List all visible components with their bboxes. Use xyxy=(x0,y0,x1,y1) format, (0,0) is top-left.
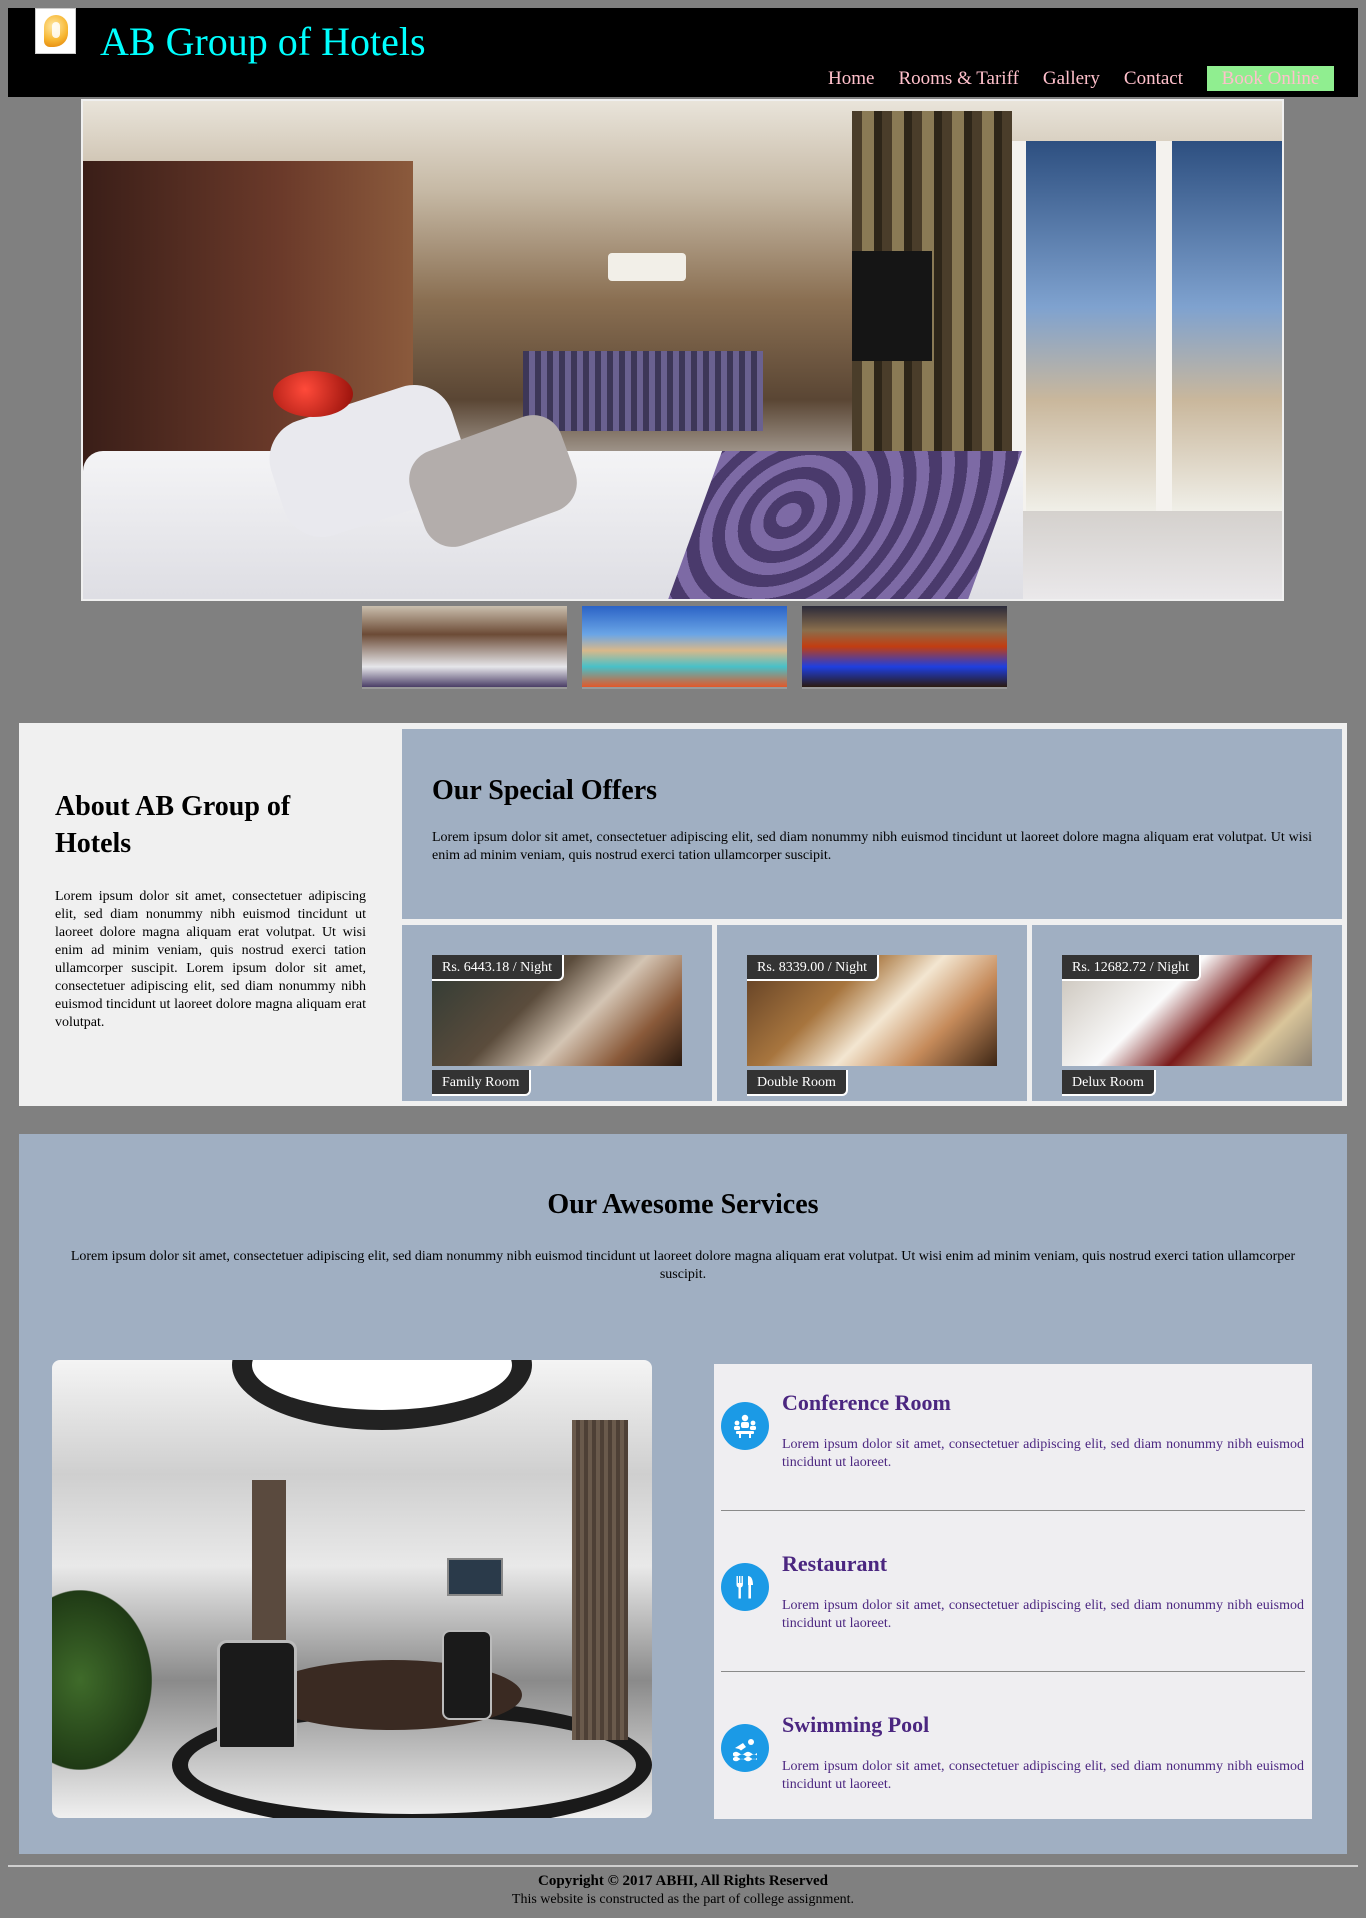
offers-text: Lorem ipsum dolor sit amet, consectetuer… xyxy=(432,830,1312,863)
footer-copyright: Copyright © 2017 ABHI, All Rights Reserv… xyxy=(538,1873,828,1889)
swimmer-icon xyxy=(721,1724,769,1772)
room-card-double[interactable]: Rs. 8339.00 / Night Double Room xyxy=(717,925,1027,1101)
nav-gallery[interactable]: Gallery xyxy=(1043,68,1100,90)
book-online-button[interactable]: Book Online xyxy=(1207,66,1334,91)
room-price: Rs. 12682.72 / Night xyxy=(1062,955,1202,981)
main-nav: Home Rooms & Tariff Gallery Contact Book… xyxy=(828,66,1358,91)
hero-slide-image xyxy=(81,99,1284,601)
room-name[interactable]: Delux Room xyxy=(1062,1070,1156,1096)
thumbnail-pool-night[interactable] xyxy=(802,606,1007,689)
room-price: Rs. 6443.18 / Night xyxy=(432,955,565,981)
services-title: Our Awesome Services xyxy=(547,1189,819,1220)
service-title: Swimming Pool xyxy=(782,1712,930,1737)
nav-rooms-tariff[interactable]: Rooms & Tariff xyxy=(898,68,1018,90)
service-title: Conference Room xyxy=(782,1390,951,1415)
about-text: Lorem ipsum dolor sit amet, consectetuer… xyxy=(55,889,366,1030)
services-section: Our Awesome Services Lorem ipsum dolor s… xyxy=(19,1134,1347,1854)
site-title: AB Group of Hotels xyxy=(100,19,426,64)
service-title: Restaurant xyxy=(782,1551,888,1576)
room-card-family[interactable]: Rs. 6443.18 / Night Family Room xyxy=(402,925,712,1101)
logo[interactable] xyxy=(35,8,76,54)
service-item-conference: Conference Room Lorem ipsum dolor sit am… xyxy=(714,1364,1312,1524)
services-list: Conference Room Lorem ipsum dolor sit am… xyxy=(714,1364,1312,1819)
footer-divider xyxy=(8,1865,1358,1867)
service-divider xyxy=(721,1510,1305,1511)
thumbnail-pool-day[interactable] xyxy=(582,606,787,689)
nav-contact[interactable]: Contact xyxy=(1124,68,1183,90)
room-offers: Rs. 6443.18 / Night Family Room Rs. 8339… xyxy=(402,925,1342,1101)
conference-room-image xyxy=(52,1360,652,1818)
conference-icon xyxy=(721,1402,769,1450)
offers-title: Our Special Offers xyxy=(432,775,658,806)
service-item-pool: Swimming Pool Lorem ipsum dolor sit amet… xyxy=(714,1686,1312,1846)
about-title: About AB Group of Hotels xyxy=(55,791,291,859)
logo-mark-icon xyxy=(44,15,68,47)
room-card-delux[interactable]: Rs. 12682.72 / Night Delux Room xyxy=(1032,925,1342,1101)
special-offers-block: Our Special Offers Lorem ipsum dolor sit… xyxy=(402,729,1342,919)
fork-knife-icon xyxy=(721,1563,769,1611)
services-intro: Lorem ipsum dolor sit amet, consectetuer… xyxy=(70,1249,1296,1282)
room-price: Rs. 8339.00 / Night xyxy=(747,955,880,981)
thumbnail-room[interactable] xyxy=(362,606,567,689)
about-block: About AB Group of Hotels Lorem ipsum dol… xyxy=(55,788,366,1032)
service-item-restaurant: Restaurant Lorem ipsum dolor sit amet, c… xyxy=(714,1525,1312,1685)
slider-thumbnails xyxy=(362,606,1022,689)
service-text: Lorem ipsum dolor sit amet, consectetuer… xyxy=(782,1759,1304,1792)
room-name[interactable]: Double Room xyxy=(747,1070,848,1096)
footer-note: This website is constructed as the part … xyxy=(511,1892,855,1907)
service-divider xyxy=(721,1671,1305,1672)
service-text: Lorem ipsum dolor sit amet, consectetuer… xyxy=(782,1598,1304,1631)
nav-home[interactable]: Home xyxy=(828,68,874,90)
site-header: AB Group of Hotels Home Rooms & Tariff G… xyxy=(8,8,1358,97)
service-text: Lorem ipsum dolor sit amet, consectetuer… xyxy=(782,1437,1304,1470)
room-name[interactable]: Family Room xyxy=(432,1070,532,1096)
about-offers-section: About AB Group of Hotels Lorem ipsum dol… xyxy=(19,723,1347,1106)
